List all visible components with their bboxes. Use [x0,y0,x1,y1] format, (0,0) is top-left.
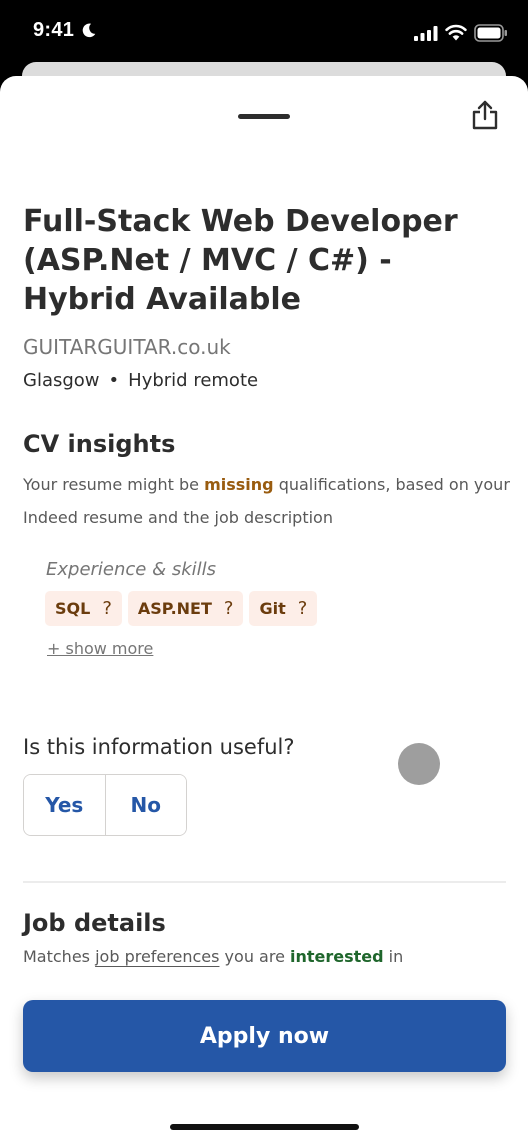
job-preferences-link[interactable]: job preferences [95,947,219,966]
moon-icon [82,23,96,38]
cv-insights-title: CV insights [23,430,176,458]
skill-chips: SQL ? ASP.NET ? Git ? [45,591,318,626]
signal-icon [414,26,438,41]
yes-button[interactable]: Yes [24,775,105,835]
interested-highlight: interested [290,947,384,966]
home-indicator [170,1124,359,1130]
cv-text-before: Your resume might be [23,475,205,494]
show-more-link[interactable]: + show more [47,639,153,658]
section-divider [23,881,506,883]
no-button[interactable]: No [104,775,186,835]
job-title: Full-Stack Web Developer (ASP.Net / MVC … [23,204,458,317]
separator-dot: • [108,370,120,391]
skill-chip-label: Git [259,599,286,618]
question-icon: ? [102,598,112,619]
jd-text-before: Matches [23,947,96,966]
wifi-icon [445,24,467,41]
skill-chip-label: SQL [55,599,91,618]
question-icon: ? [297,598,308,619]
skill-chip-label: ASP.NET [137,599,212,618]
skills-label: Experience & skills [46,559,217,580]
company-name[interactable]: GUITARGUITAR.co.uk [23,335,231,359]
job-location: Glasgow [23,370,100,391]
job-detail-sheet: Full-Stack Web Developer (ASP.Net / MVC … [0,76,528,1144]
touch-indicator [398,743,440,785]
battery-icon [474,24,507,42]
jd-text-middle: you are [219,947,290,966]
feedback-buttons: Yes No [23,774,187,836]
location-row: Glasgow • Hybrid remote [23,370,258,391]
status-time: 9:41 [33,19,75,41]
missing-highlight: missing [204,475,274,494]
skill-chip-git[interactable]: Git ? [249,591,318,626]
sheet-grabber[interactable] [238,114,290,119]
feedback-question: Is this information useful? [23,735,295,759]
question-icon: ? [223,598,234,619]
jd-text-after: in [383,947,404,966]
cv-insights-description: Your resume might be missing qualificati… [23,468,513,534]
skill-chip-aspnet[interactable]: ASP.NET ? [127,591,244,626]
job-details-description: Matches job preferences you are interest… [23,947,403,966]
share-icon[interactable] [472,100,498,130]
job-details-title: Job details [23,909,166,937]
apply-now-button[interactable]: Apply now [23,1000,506,1072]
work-type: Hybrid remote [128,370,259,391]
status-bar: 9:41 [0,0,528,68]
skill-chip-sql[interactable]: SQL ? [45,591,122,626]
